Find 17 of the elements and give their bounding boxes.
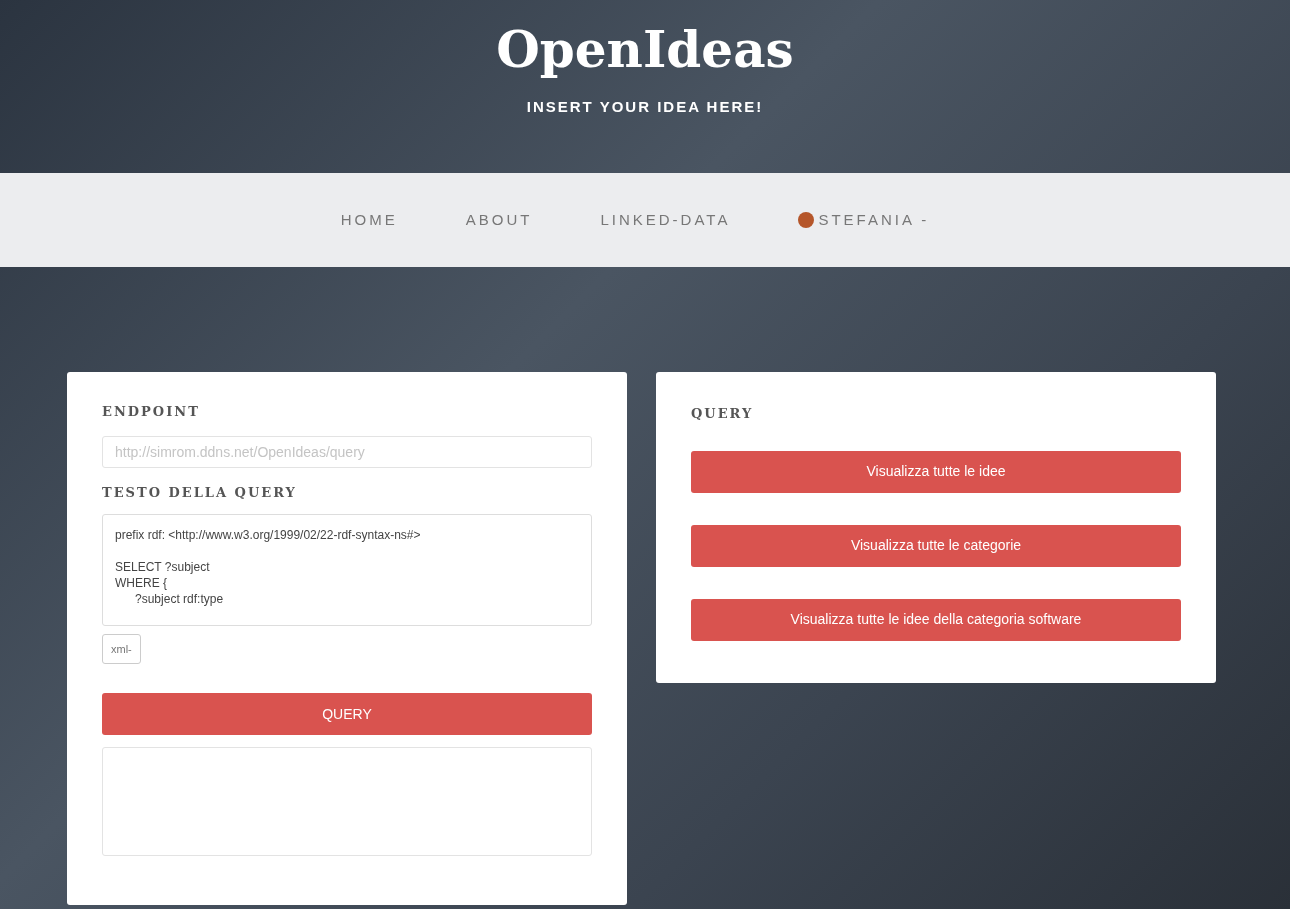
query-button[interactable]: QUERY: [102, 693, 592, 735]
endpoint-field[interactable]: http://simrom.ddns.net/OpenIdeas/query: [102, 435, 592, 468]
query-text-label: TESTO DELLA QUERY: [102, 483, 298, 502]
user-menu[interactable]: STEFANIA -: [798, 208, 930, 232]
site-tagline: INSERT YOUR IDEA HERE!: [526, 97, 764, 117]
format-dropdown[interactable]: xml-: [102, 634, 141, 664]
nav-link[interactable]: ABOUT: [465, 208, 533, 232]
avatar-icon: [798, 212, 815, 228]
preset-query-button[interactable]: Visualizza tutte le idee della categoria software: [691, 598, 1181, 641]
query-card-title: QUERY: [691, 405, 755, 423]
endpoint-label: ENDPOINT: [102, 403, 201, 421]
preset-query-button[interactable]: Visualizza tutte le categorie: [691, 524, 1181, 567]
nav-link[interactable]: HOME: [340, 208, 398, 232]
nav-link[interactable]: LINKED-DATA: [600, 208, 731, 232]
query-text-field[interactable]: prefix rdf: <http://www.w3.org/1999/02/22-rdf-syntax-ns#> SELECT ?subject WHERE { ?subject rdf:type: [102, 514, 592, 626]
site-title: OpenIdeas: [496, 19, 794, 81]
preset-query-button[interactable]: Visualizza tutte le idee: [691, 450, 1181, 493]
